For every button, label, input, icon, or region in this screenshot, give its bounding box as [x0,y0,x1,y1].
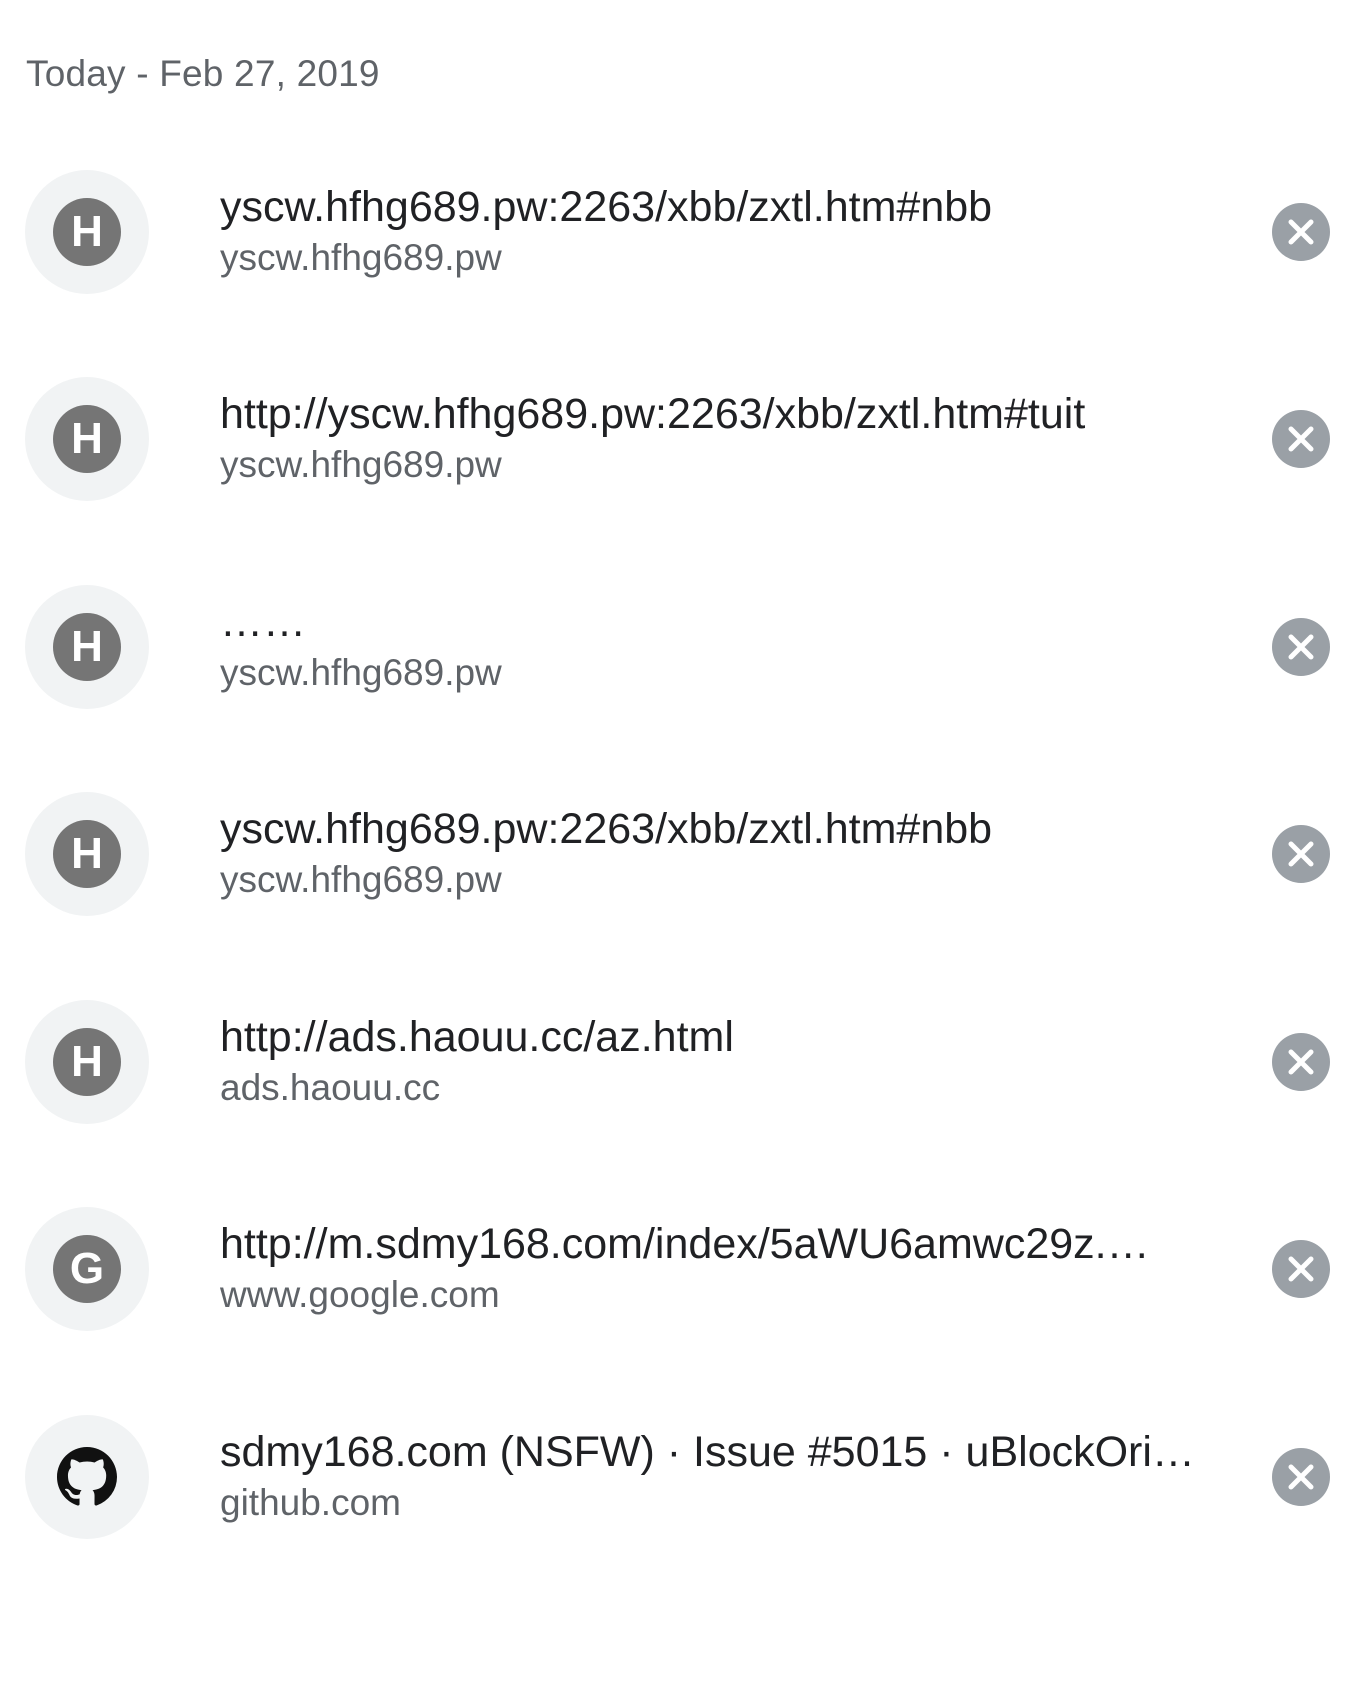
letter-favicon-icon: H [53,198,121,266]
history-item-title: http://ads.haouu.cc/az.html [220,1013,734,1061]
remove-item-button[interactable] [1272,203,1330,261]
history-item-text: http://m.sdmy168.com/index/5aWU6amwc29z.… [220,1217,1200,1319]
history-item-text: …… yscw.hfhg689.pw [220,595,1200,697]
letter-favicon-icon: H [53,820,121,888]
history-item-title: sdmy168.com (NSFW) · Issue #5015 · uBloc… [220,1428,1195,1476]
close-icon [1288,841,1314,867]
history-item[interactable]: H yscw.hfhg689.pw:2263/xbb/zxtl.htm#nbb … [0,170,1369,350]
history-item-title: …… [220,598,306,646]
favicon-container: H [25,1000,149,1124]
favicon-container: H [25,585,149,709]
history-item-domain: yscw.hfhg689.pw [220,444,502,485]
history-item[interactable]: H http://ads.haouu.cc/az.html ads.haouu.… [0,1000,1369,1180]
history-item-text: yscw.hfhg689.pw:2263/xbb/zxtl.htm#nbb ys… [220,180,1200,282]
close-icon [1288,1256,1314,1282]
history-item[interactable]: G http://m.sdmy168.com/index/5aWU6amwc29… [0,1207,1369,1387]
history-item[interactable]: H http://yscw.hfhg689.pw:2263/xbb/zxtl.h… [0,377,1369,557]
history-item-domain: yscw.hfhg689.pw [220,859,502,900]
letter-favicon-icon: H [53,1028,121,1096]
remove-item-button[interactable] [1272,410,1330,468]
github-icon [57,1447,117,1506]
history-item-title: http://m.sdmy168.com/index/5aWU6amwc29z.… [220,1220,1150,1268]
remove-item-button[interactable] [1272,1033,1330,1091]
close-icon [1288,1464,1314,1490]
history-item-text: yscw.hfhg689.pw:2263/xbb/zxtl.htm#nbb ys… [220,802,1200,904]
history-item-text: http://ads.haouu.cc/az.html ads.haouu.cc [220,1010,1200,1112]
remove-item-button[interactable] [1272,825,1330,883]
remove-item-button[interactable] [1272,618,1330,676]
close-icon [1288,1049,1314,1075]
history-item-title: yscw.hfhg689.pw:2263/xbb/zxtl.htm#nbb [220,183,993,231]
history-item-title: yscw.hfhg689.pw:2263/xbb/zxtl.htm#nbb [220,805,993,853]
close-icon [1288,426,1314,452]
letter-favicon-icon: G [53,1235,121,1303]
history-item-title: http://yscw.hfhg689.pw:2263/xbb/zxtl.htm… [220,390,1086,438]
favicon-container: H [25,792,149,916]
history-item-text: sdmy168.com (NSFW) · Issue #5015 · uBloc… [220,1425,1200,1527]
close-icon [1288,634,1314,660]
history-item-domain: yscw.hfhg689.pw [220,652,502,693]
history-list: H yscw.hfhg689.pw:2263/xbb/zxtl.htm#nbb … [0,0,1369,1692]
favicon-container: H [25,170,149,294]
letter-favicon-icon: H [53,405,121,473]
favicon-container: G [25,1207,149,1331]
remove-item-button[interactable] [1272,1448,1330,1506]
history-item-domain: ads.haouu.cc [220,1067,441,1108]
history-item-domain: yscw.hfhg689.pw [220,237,502,278]
history-item-text: http://yscw.hfhg689.pw:2263/xbb/zxtl.htm… [220,387,1200,489]
letter-favicon-icon: H [53,613,121,681]
history-item-domain: www.google.com [220,1274,500,1315]
favicon-container [25,1415,149,1539]
favicon-container: H [25,377,149,501]
remove-item-button[interactable] [1272,1240,1330,1298]
history-item[interactable]: H yscw.hfhg689.pw:2263/xbb/zxtl.htm#nbb … [0,792,1369,972]
close-icon [1288,219,1314,245]
history-item[interactable]: sdmy168.com (NSFW) · Issue #5015 · uBloc… [0,1415,1369,1595]
history-item[interactable]: H …… yscw.hfhg689.pw [0,585,1369,765]
history-item-domain: github.com [220,1482,401,1523]
